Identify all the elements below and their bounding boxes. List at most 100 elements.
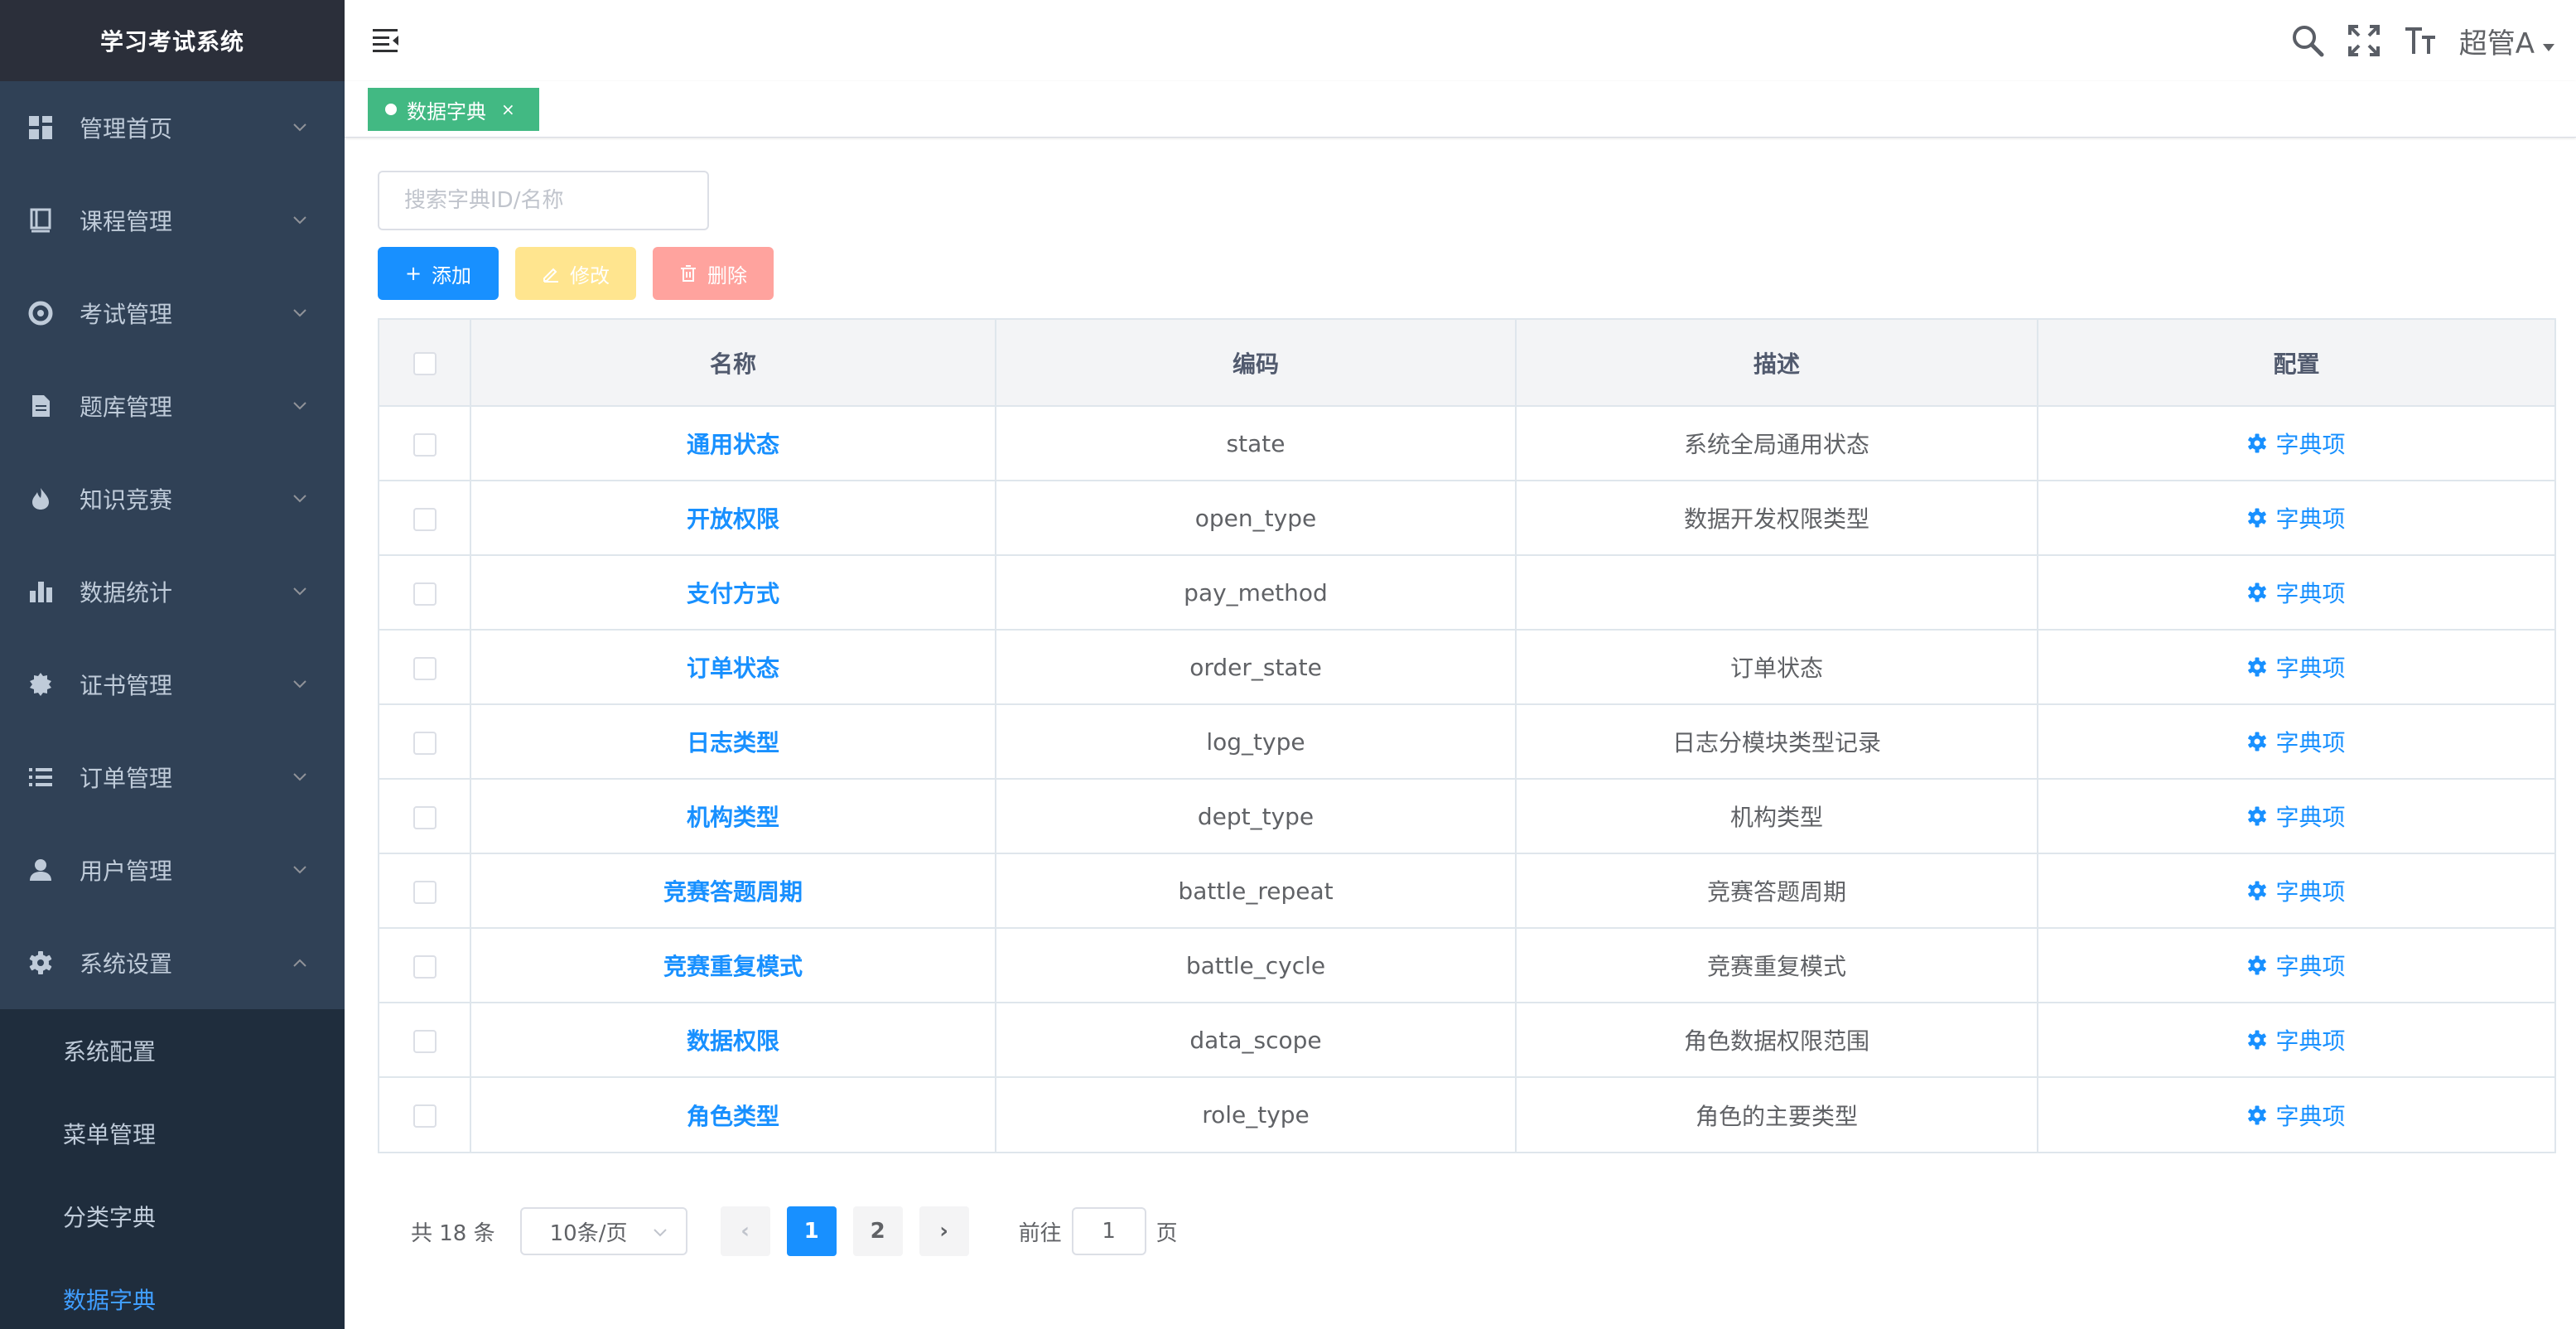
row-checkbox[interactable] [412,954,437,979]
dict-name-link[interactable]: 竞赛重复模式 [663,953,803,980]
search-icon[interactable] [2290,23,2325,58]
dict-name-link[interactable]: 角色类型 [687,1103,779,1130]
row-checkbox[interactable] [412,880,437,904]
dict-items-link[interactable]: 字典项 [2247,725,2346,758]
dict-code: order_state [996,630,1517,705]
prev-page-button[interactable]: ‹ [720,1206,770,1256]
dict-items-link[interactable]: 字典项 [2247,427,2346,460]
font-size-icon[interactable] [2403,23,2438,58]
dict-name-link[interactable]: 通用状态 [687,431,779,458]
pagination-total: 共 18 条 [411,1220,495,1246]
column-header-config: 配置 [2038,320,2554,407]
dict-desc: 机构类型 [1516,779,2038,854]
select-all-checkbox[interactable] [412,352,437,375]
column-header-name: 名称 [470,320,996,407]
dict-items-label: 字典项 [2275,729,2346,756]
submenu-item-category-dict[interactable]: 分类字典 [0,1175,345,1258]
row-checkbox[interactable] [412,1104,437,1128]
delete-button[interactable]: 删除 [653,247,774,300]
certificate-icon [27,670,55,698]
submenu-item-menu-management[interactable]: 菜单管理 [0,1092,345,1175]
row-checkbox[interactable] [412,656,437,680]
page-size-select[interactable]: 10条/页 [519,1207,687,1255]
dict-desc: 角色的主要类型 [1516,1077,2038,1152]
user-name[interactable]: 超管A [2459,21,2535,61]
dict-name-link[interactable]: 支付方式 [687,580,779,607]
sidebar-item-label: 证书管理 [80,672,173,699]
sidebar-item-exam[interactable]: 考试管理 [0,267,345,360]
sidebar-item-dashboard[interactable]: 管理首页 [0,81,345,174]
row-checkbox[interactable] [412,433,437,457]
gear-icon [2247,582,2267,602]
chevron-down-icon [290,303,310,323]
sidebar-item-user[interactable]: 用户管理 [0,824,345,916]
table-row: 数据权限 data_scope 角色数据权限范围 字典项 [379,1003,2554,1078]
next-page-button[interactable]: › [919,1206,969,1256]
page-button-2[interactable]: 2 [852,1206,903,1256]
dict-code: battle_repeat [996,853,1517,929]
dict-items-label: 字典项 [2275,505,2346,533]
gear-icon [2247,657,2267,677]
chevron-down-icon [290,582,310,602]
gear-icon [2247,806,2267,826]
goto-label: 前往 [1018,1220,1062,1246]
dict-items-link[interactable]: 字典项 [2247,576,2346,609]
search-input[interactable] [378,171,709,230]
dict-items-link[interactable]: 字典项 [2247,650,2346,684]
dict-name-link[interactable]: 竞赛答题周期 [663,878,803,906]
add-button[interactable]: + 添加 [378,247,499,300]
sidebar-item-label: 订单管理 [80,765,173,792]
dict-table: 名称 编码 描述 配置 通用状态 state 系统全局通用状态 字典项 开放权限 [378,318,2556,1153]
dict-desc [1516,555,2038,631]
sidebar-item-question-bank[interactable]: 题库管理 [0,360,345,452]
submenu-item-system-config[interactable]: 系统配置 [0,1009,345,1092]
table-row: 竞赛答题周期 battle_repeat 竞赛答题周期 字典项 [379,853,2554,929]
sidebar-item-order[interactable]: 订单管理 [0,731,345,824]
submenu-item-data-dict[interactable]: 数据字典 [0,1258,345,1329]
sidebar-item-statistics[interactable]: 数据统计 [0,545,345,638]
dict-name-link[interactable]: 开放权限 [687,505,779,533]
sidebar-item-certificate[interactable]: 证书管理 [0,638,345,731]
dashboard-icon [27,114,55,142]
dict-name-link[interactable]: 机构类型 [687,804,779,831]
dict-items-link[interactable]: 字典项 [2247,949,2346,982]
edit-button[interactable]: 修改 [515,247,636,300]
page-button-1[interactable]: 1 [786,1206,837,1256]
chevron-down-icon [290,396,310,416]
gear-icon [2247,955,2267,975]
active-dot-icon [385,104,397,115]
tag-data-dict[interactable]: 数据字典 × [368,88,539,131]
row-checkbox[interactable] [412,805,437,829]
sidebar-item-knowledge-contest[interactable]: 知识竞赛 [0,452,345,545]
sidebar-item-course[interactable]: 课程管理 [0,174,345,267]
dict-name-link[interactable]: 数据权限 [687,1027,779,1055]
app-title[interactable]: 学习考试系统 [0,0,345,81]
fullscreen-icon[interactable] [2347,23,2381,58]
gear-icon [2247,1105,2267,1125]
hamburger-icon[interactable] [371,25,401,55]
dict-name-link[interactable]: 日志类型 [687,729,779,756]
chevron-down-icon [290,489,310,509]
row-checkbox[interactable] [412,1029,437,1053]
dict-items-label: 字典项 [2275,953,2346,980]
chevron-down-icon [290,767,310,787]
dict-items-link[interactable]: 字典项 [2247,1099,2346,1132]
gear-icon [2247,732,2267,751]
table-row: 开放权限 open_type 数据开发权限类型 字典项 [379,481,2554,556]
row-checkbox[interactable] [412,507,437,531]
goto-page-input[interactable] [1071,1207,1146,1255]
sidebar-item-system-settings[interactable]: 系统设置 [0,916,345,1009]
close-icon[interactable]: × [501,99,515,119]
dict-items-link[interactable]: 字典项 [2247,874,2346,907]
dict-items-link[interactable]: 字典项 [2247,800,2346,833]
row-checkbox[interactable] [412,731,437,755]
row-checkbox[interactable] [412,582,437,606]
dict-items-link[interactable]: 字典项 [2247,1023,2346,1056]
dict-items-link[interactable]: 字典项 [2247,501,2346,534]
dict-code: battle_cycle [996,928,1517,1003]
list-icon [27,763,55,791]
caret-down-icon[interactable] [2543,43,2554,51]
dict-name-link[interactable]: 订单状态 [687,655,779,682]
sidebar-item-label: 考试管理 [80,301,173,328]
chevron-down-icon [290,860,310,880]
